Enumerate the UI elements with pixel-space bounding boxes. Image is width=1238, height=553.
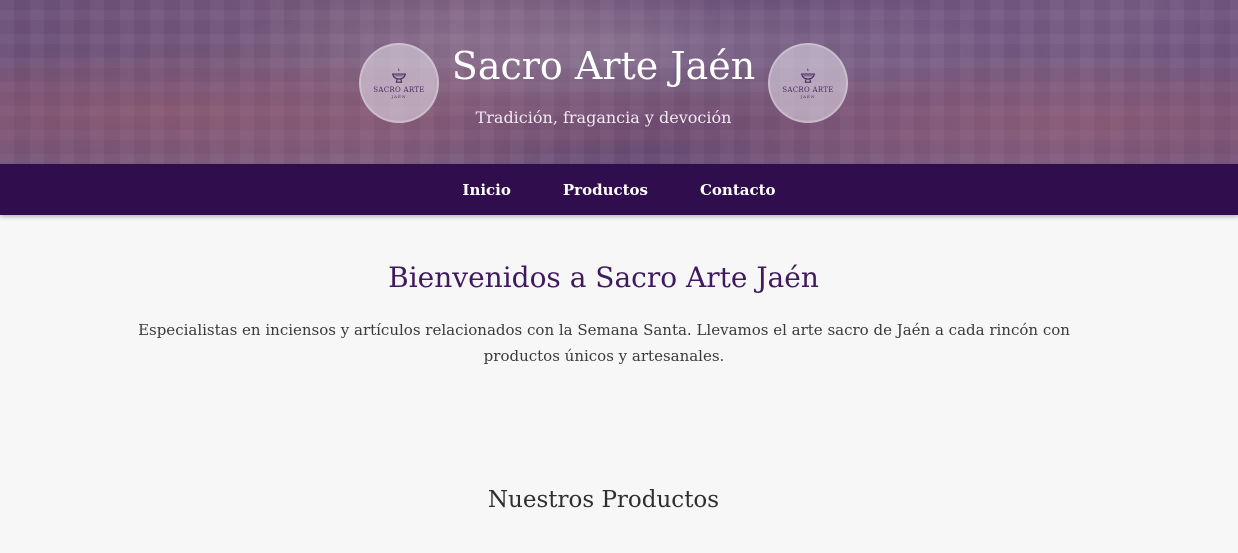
nav-link-inicio[interactable]: Inicio [462, 181, 510, 199]
logo-subtext: JAÉN [391, 94, 407, 99]
site-title: Sacro Arte Jaén [451, 44, 756, 88]
main-navigation: Inicio Productos Contacto [0, 164, 1238, 215]
logo-right: SACRO ARTE JAÉN [768, 43, 848, 123]
logo-text: SACRO ARTE [782, 86, 834, 94]
nav-link-productos[interactable]: Productos [563, 181, 648, 199]
logo-subtext: JAÉN [800, 94, 816, 99]
welcome-text: Especialistas en inciensos y artículos r… [138, 321, 1070, 365]
welcome-title: Bienvenidos a Sacro Arte Jaén [388, 261, 819, 294]
nav-link-contacto[interactable]: Contacto [700, 181, 776, 199]
hero-banner: SACRO ARTE JAÉN Sacro Arte Jaén Tradició… [0, 0, 1238, 164]
products-section-title: Nuestros Productos [487, 487, 720, 513]
site-tagline: Tradición, fragancia y devoción [475, 108, 732, 127]
incense-burner-icon [801, 66, 815, 83]
